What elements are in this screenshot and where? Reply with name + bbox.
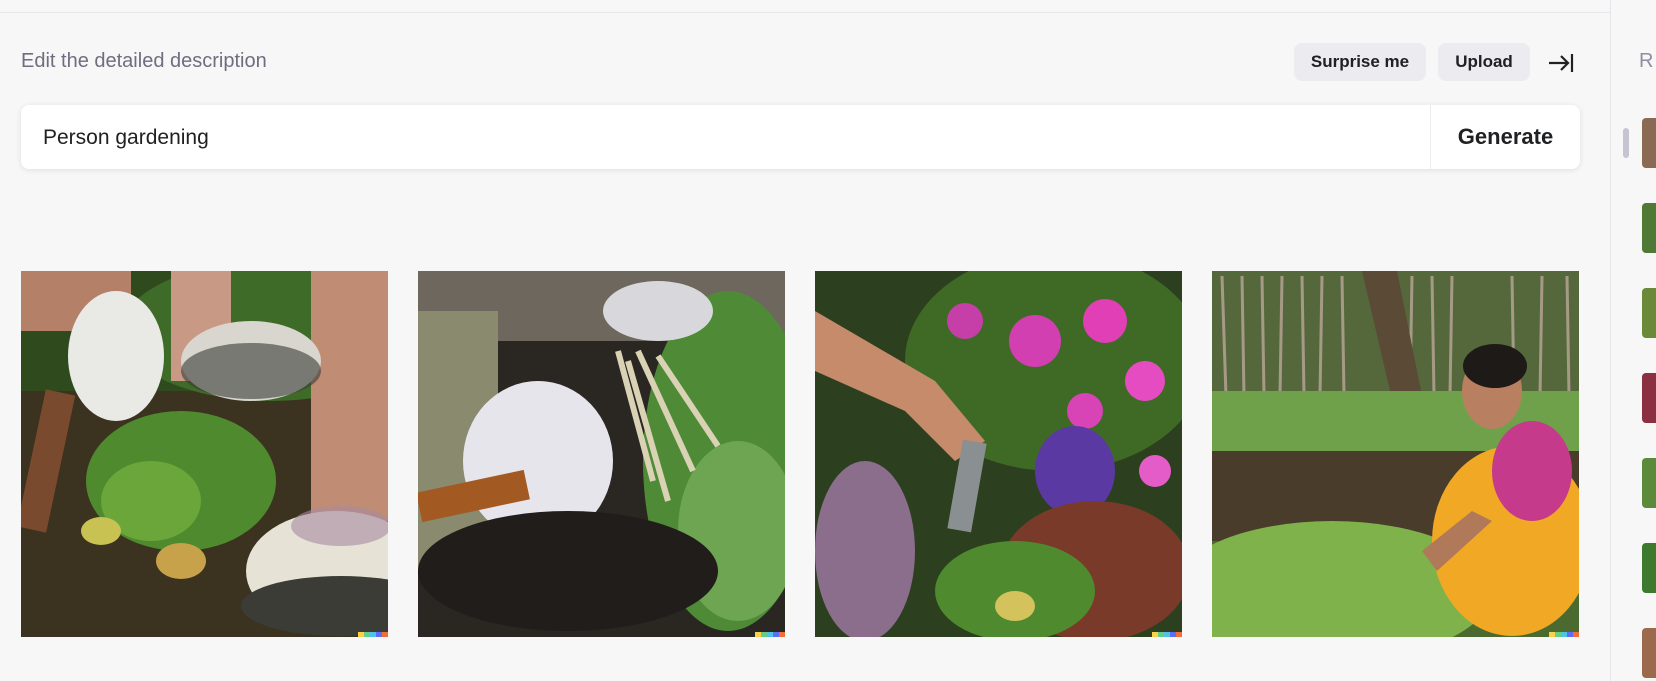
- history-thumbnail[interactable]: [1642, 458, 1656, 508]
- history-thumbnail[interactable]: [1642, 373, 1656, 423]
- result-image-2[interactable]: [418, 271, 785, 637]
- top-divider: [0, 12, 1610, 13]
- watermark: [358, 632, 388, 637]
- watermark: [1549, 632, 1579, 637]
- result-image-4[interactable]: [1212, 271, 1579, 637]
- gardening-image-3: [815, 271, 1182, 637]
- arrow-right-to-line-icon: [1549, 54, 1574, 72]
- surprise-me-button[interactable]: Surprise me: [1294, 43, 1426, 81]
- gardening-image-1: [21, 271, 388, 637]
- description-label: Edit the detailed description: [21, 50, 267, 72]
- prompt-box: Generate: [21, 105, 1580, 169]
- watermark: [755, 632, 785, 637]
- gardening-image-4: [1212, 271, 1579, 637]
- generate-button[interactable]: Generate: [1431, 105, 1580, 169]
- history-thumbnail[interactable]: [1642, 118, 1656, 168]
- watermark: [1152, 632, 1182, 637]
- result-image-1[interactable]: [21, 271, 388, 637]
- history-thumbnail[interactable]: [1642, 203, 1656, 253]
- history-thumbnail[interactable]: [1642, 543, 1656, 593]
- history-scrollbar[interactable]: [1623, 128, 1629, 158]
- gardening-image-2: [418, 271, 785, 637]
- history-thumbnail[interactable]: [1642, 288, 1656, 338]
- history-panel: R: [1610, 0, 1656, 681]
- collapse-panel-button[interactable]: [1546, 50, 1576, 76]
- history-thumbnail[interactable]: [1642, 628, 1656, 678]
- prompt-input[interactable]: [41, 123, 1425, 153]
- upload-button[interactable]: Upload: [1438, 43, 1530, 81]
- main-editor: Edit the detailed description Surprise m…: [0, 0, 1610, 681]
- result-image-3[interactable]: [815, 271, 1182, 637]
- history-panel-title: R: [1639, 50, 1654, 72]
